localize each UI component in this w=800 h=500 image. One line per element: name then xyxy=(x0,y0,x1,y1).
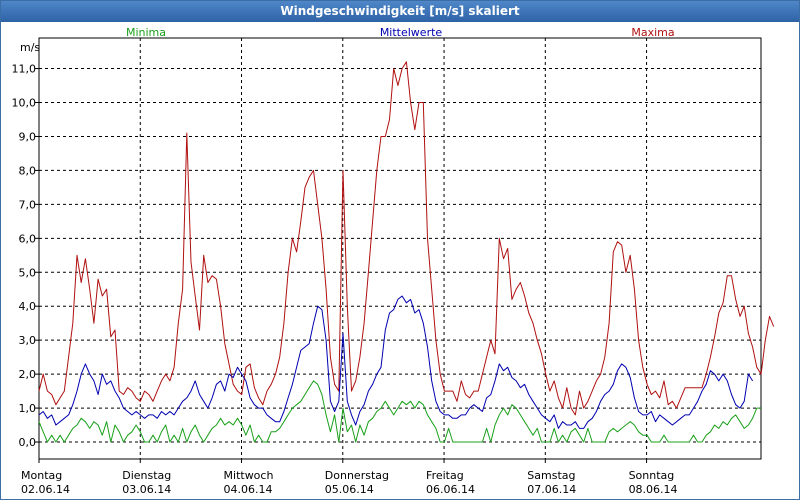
x-tick-weekday: Freitag xyxy=(426,469,464,482)
x-tick-weekday: Sonntag xyxy=(629,469,675,482)
y-tick-label: 3,0 xyxy=(19,334,37,347)
x-tick-weekday: Montag xyxy=(21,469,62,482)
x-tick-weekday: Mittwoch xyxy=(224,469,274,482)
y-tick-label: 10,0 xyxy=(12,97,37,110)
plot-area xyxy=(38,37,762,460)
y-tick-label: 11,0 xyxy=(12,63,37,76)
y-tick-label: 4,0 xyxy=(19,300,37,313)
x-tick-weekday: Dienstag xyxy=(122,469,171,482)
x-axis: Montag02.06.14 Dienstag03.06.14 Mittwoch04… xyxy=(21,459,678,496)
y-tick-label: 2,0 xyxy=(19,368,37,381)
x-tick-date: 04.06.14 xyxy=(224,483,273,496)
y-tick-label: 8,0 xyxy=(19,164,37,177)
x-tick-date: 06.06.14 xyxy=(426,483,475,496)
window-title: Windgeschwindigkeit [m/s] skaliert xyxy=(1,1,799,22)
x-tick-weekday: Donnerstag xyxy=(325,469,389,482)
y-tick-label: 1,0 xyxy=(19,402,37,415)
legend-item-mittelwerte: Mittelwerte xyxy=(380,26,443,39)
chart-window: Windgeschwindigkeit [m/s] skaliert 0,0 1,… xyxy=(0,0,800,500)
y-tick-label: 5,0 xyxy=(19,266,37,279)
x-tick-date: 07.06.14 xyxy=(527,483,576,496)
y-tick-label: 9,0 xyxy=(19,130,37,143)
x-tick-weekday: Samstag xyxy=(527,469,575,482)
legend-item-minima: Minima xyxy=(126,26,166,39)
y-tick-label: 0,0 xyxy=(19,436,37,449)
y-axis: 0,0 1,0 2,0 3,0 4,0 5,0 6,0 7,0 8,0 9,0 10,0 11,0 xyxy=(12,63,39,449)
y-tick-label: 6,0 xyxy=(19,232,37,245)
x-tick-date: 08.06.14 xyxy=(629,483,678,496)
legend-item-maxima: Maxima xyxy=(631,26,674,39)
x-tick-date: 02.06.14 xyxy=(21,483,70,496)
legend: Minima Mittelwerte Maxima xyxy=(126,26,675,39)
x-tick-date: 05.06.14 xyxy=(325,483,374,496)
y-tick-label: 7,0 xyxy=(19,198,37,211)
chart-canvas: 0,0 1,0 2,0 3,0 4,0 5,0 6,0 7,0 8,0 9,0 10,0 11,0 M… xyxy=(12,26,775,496)
y-axis-label: m/s xyxy=(20,41,40,54)
x-tick-date: 03.06.14 xyxy=(122,483,171,496)
